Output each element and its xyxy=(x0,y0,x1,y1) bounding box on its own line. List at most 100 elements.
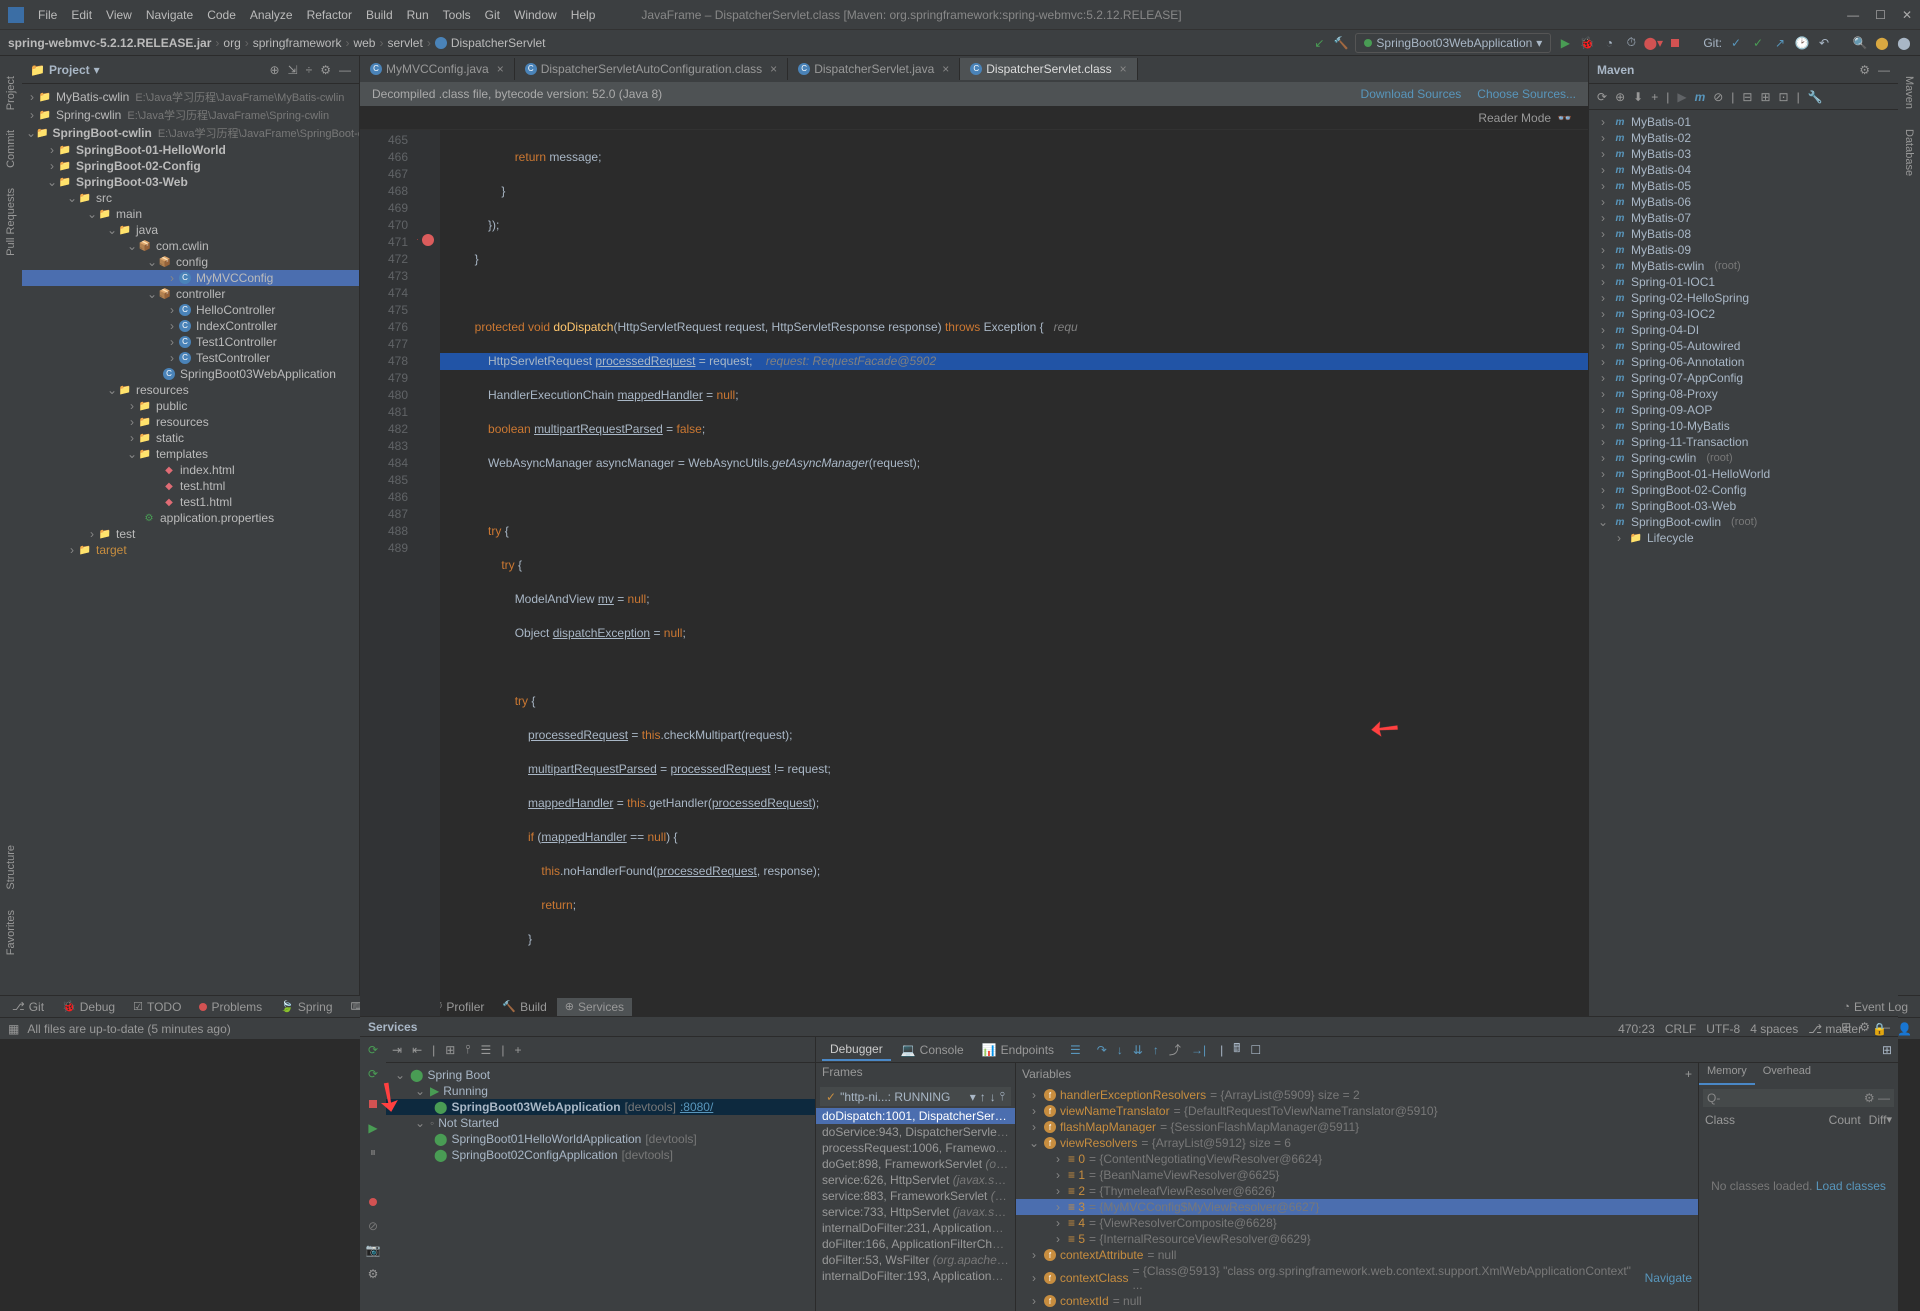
tab-autoconfiguration[interactable]: CDispatcherServletAutoConfiguration.clas… xyxy=(515,58,788,80)
add-icon[interactable]: + xyxy=(514,1043,521,1057)
run-to-cursor-icon[interactable]: →| xyxy=(1191,1043,1206,1057)
expand-icon[interactable]: ⊞ xyxy=(1760,90,1770,104)
git-branch[interactable]: ⎇ master xyxy=(1808,1022,1862,1036)
minimize-icon[interactable]: — xyxy=(1847,8,1859,22)
prev-frame-icon[interactable]: ↑ xyxy=(980,1090,986,1104)
lock-icon[interactable]: 🔒 xyxy=(1872,1022,1887,1036)
services-tree[interactable]: ⌄⬤Spring Boot ⌄▶Running ⬤SpringBoot03Web… xyxy=(386,1063,815,1311)
debug-icon[interactable]: 🐞 xyxy=(1579,35,1595,51)
strip-maven[interactable]: Maven xyxy=(1903,76,1915,109)
git-history-icon[interactable]: 🕑 xyxy=(1794,35,1810,51)
force-step-into-icon[interactable]: ⇊ xyxy=(1133,1043,1143,1057)
hide-icon[interactable]: — xyxy=(1878,63,1890,77)
thread-selector[interactable]: ✓"http-ni...: RUNNING▾ ↑↓⫯ xyxy=(820,1087,1011,1106)
port-link[interactable]: :8080/ xyxy=(680,1100,713,1114)
tab-memory[interactable]: Memory xyxy=(1699,1063,1755,1085)
add-watch-icon[interactable]: + xyxy=(1685,1067,1692,1081)
next-frame-icon[interactable]: ↓ xyxy=(990,1090,996,1104)
tab-git[interactable]: ⎇ Git xyxy=(4,998,52,1016)
git-push-icon[interactable]: ↗ xyxy=(1772,35,1788,51)
code-editor[interactable]: ➘ 46546646746846947047147247347447547647… xyxy=(360,130,1588,1016)
add-icon[interactable]: + xyxy=(1651,90,1658,104)
menu-navigate[interactable]: Navigate xyxy=(140,4,199,26)
load-classes-link[interactable]: Load classes xyxy=(1816,1179,1886,1193)
encoding[interactable]: UTF-8 xyxy=(1706,1022,1740,1036)
menu-file[interactable]: File xyxy=(32,4,63,26)
crumb-springframework[interactable]: springframework xyxy=(253,36,342,50)
settings-icon[interactable]: ⬤ xyxy=(1874,35,1890,51)
close-tab-icon[interactable]: × xyxy=(770,62,777,76)
close-icon[interactable]: ✕ xyxy=(1902,8,1912,22)
code-body[interactable]: return message; } }); } protected void d… xyxy=(440,130,1588,1016)
line-gutter[interactable]: 4654664674684694704714724734744754764774… xyxy=(360,130,418,1016)
tab-overhead[interactable]: Overhead xyxy=(1755,1063,1819,1085)
attach-icon[interactable]: ⬤▾ xyxy=(1645,35,1661,51)
indent[interactable]: 4 spaces xyxy=(1750,1022,1798,1036)
strip-structure[interactable]: Structure xyxy=(5,845,17,890)
menu-analyze[interactable]: Analyze xyxy=(244,4,299,26)
run-config-select[interactable]: SpringBoot03WebApplication ▾ xyxy=(1355,33,1551,53)
menu-git[interactable]: Git xyxy=(479,4,506,26)
step-over-icon[interactable]: ↷ xyxy=(1097,1043,1107,1057)
crumb-class[interactable]: DispatcherServlet xyxy=(451,36,546,50)
event-log[interactable]: ◔ Event Log xyxy=(1835,998,1916,1016)
filter-icon[interactable]: ⫯ xyxy=(465,1042,470,1057)
search-icon[interactable]: 🔍 xyxy=(1852,35,1868,51)
crumb-jar[interactable]: spring-webmvc-5.2.12.RELEASE.jar xyxy=(8,36,211,50)
tab-debugger[interactable]: Debugger xyxy=(822,1039,891,1061)
gear-icon[interactable]: ⚙ xyxy=(1859,63,1870,77)
menu-run[interactable]: Run xyxy=(401,4,435,26)
hide-icon[interactable]: — xyxy=(339,63,351,77)
cursor-position[interactable]: 470:23 xyxy=(1618,1022,1655,1036)
breakpoints-icon[interactable] xyxy=(364,1193,382,1211)
choose-sources-link[interactable]: Choose Sources... xyxy=(1477,87,1576,101)
profiler-icon[interactable]: ⏱ xyxy=(1623,35,1639,51)
close-tab-icon[interactable]: × xyxy=(942,62,949,76)
git-rollback-icon[interactable]: ↶ xyxy=(1816,35,1832,51)
strip-database[interactable]: Database xyxy=(1903,129,1915,176)
run-icon[interactable]: ▶ xyxy=(1557,35,1573,51)
close-tab-icon[interactable]: × xyxy=(497,62,504,76)
menu-refactor[interactable]: Refactor xyxy=(301,4,358,26)
tab-debug[interactable]: 🐞 Debug xyxy=(54,998,123,1016)
gear-icon[interactable]: ⚙ xyxy=(320,63,331,77)
layout-icon[interactable]: ⊞ xyxy=(1882,1043,1892,1057)
coverage-icon[interactable]: ◔ xyxy=(1601,35,1617,51)
variables-tree[interactable]: ➘ ›fhandlerExceptionResolvers = {ArrayLi… xyxy=(1016,1085,1698,1311)
rerun-icon[interactable]: ⟳ xyxy=(364,1041,382,1059)
evaluate-icon[interactable]: 🖩 xyxy=(1233,1039,1240,1060)
memory-search[interactable]: Q-⚙ — xyxy=(1703,1089,1894,1107)
tab-endpoints[interactable]: 📊Endpoints xyxy=(974,1040,1062,1060)
threads-icon[interactable]: ☰ xyxy=(1070,1043,1081,1057)
settings-icon[interactable]: ⚙ xyxy=(364,1265,382,1283)
camera-icon[interactable]: 📷 xyxy=(364,1241,382,1259)
step-into-icon[interactable]: ↓ xyxy=(1117,1043,1123,1057)
selector-icon[interactable]: ⊕ xyxy=(270,63,280,77)
hammer-icon[interactable]: 🔨 xyxy=(1333,35,1349,51)
crumb-servlet[interactable]: servlet xyxy=(387,36,422,50)
menu-help[interactable]: Help xyxy=(565,4,602,26)
skip-icon[interactable]: ⊘ xyxy=(1713,90,1723,104)
pause-icon[interactable]: ⏸ xyxy=(364,1143,382,1161)
stop-icon[interactable] xyxy=(1667,35,1683,51)
tab-problems[interactable]: Problems xyxy=(191,998,270,1016)
filter-icon[interactable]: ⫯ xyxy=(1000,1089,1005,1104)
trace-icon[interactable]: ☐ xyxy=(1250,1043,1261,1057)
breakpoint-icon[interactable] xyxy=(422,234,434,246)
menu-window[interactable]: Window xyxy=(508,4,563,26)
maximize-icon[interactable]: ☐ xyxy=(1875,8,1886,22)
tab-dispatcher-java[interactable]: CDispatcherServlet.java× xyxy=(788,58,960,80)
menu-tools[interactable]: Tools xyxy=(437,4,477,26)
strip-favorites[interactable]: Favorites xyxy=(5,910,17,955)
collapse-icon[interactable]: ⊟ xyxy=(1742,90,1752,104)
generate-icon[interactable]: ⊕ xyxy=(1615,90,1625,104)
strip-project[interactable]: Project xyxy=(5,76,17,110)
menu-view[interactable]: View xyxy=(100,4,138,26)
reader-mode-label[interactable]: Reader Mode xyxy=(1478,111,1551,125)
m-icon[interactable]: m xyxy=(1695,90,1706,104)
tools-grid-icon[interactable]: ▦ xyxy=(8,1022,19,1036)
expand-icon[interactable]: ⇲ xyxy=(288,63,298,77)
download-icon[interactable]: ⬇ xyxy=(1633,90,1643,104)
crumb-web[interactable]: web xyxy=(353,36,375,50)
tab-todo[interactable]: ☑ TODO xyxy=(125,998,189,1016)
